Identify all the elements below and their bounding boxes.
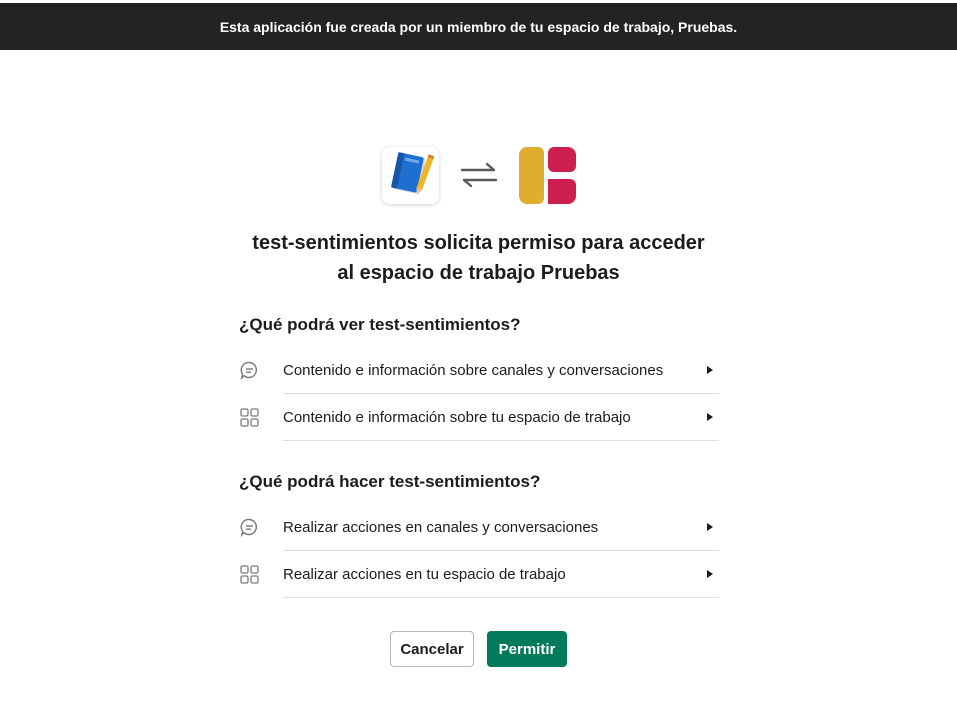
permission-label: Contenido e información sobre tu espacio…: [283, 408, 631, 426]
allow-button[interactable]: Permitir: [487, 631, 567, 667]
permission-label: Realizar acciones en canales y conversac…: [283, 518, 599, 536]
title-line-2: al espacio de trabajo Pruebas: [337, 262, 620, 284]
grid-icon: [239, 565, 259, 585]
permission-label: Realizar acciones en tu espacio de traba…: [283, 565, 566, 583]
workspace-logo-icon: [518, 146, 576, 204]
notebook-app-icon: [381, 146, 439, 204]
grid-icon: [239, 408, 259, 428]
caret-right-icon[interactable]: [707, 570, 713, 578]
caret-right-icon[interactable]: [707, 413, 713, 421]
chat-bubble-icon: [239, 518, 259, 538]
caret-right-icon[interactable]: [707, 366, 713, 374]
permission-row[interactable]: Contenido e información sobre canales y …: [239, 347, 719, 394]
view-permissions-section: ¿Qué podrá ver test-sentimientos? Conten…: [239, 310, 719, 441]
action-buttons: Cancelar Permitir: [0, 631, 957, 667]
permission-row[interactable]: Contenido e información sobre tu espacio…: [239, 394, 719, 441]
app-connection-row: [0, 146, 957, 204]
swap-arrows-icon: [439, 147, 519, 204]
view-section-heading: ¿Qué podrá ver test-sentimientos?: [239, 315, 521, 334]
action-permissions-section: ¿Qué podrá hacer test-sentimientos? Real…: [239, 467, 719, 598]
permission-row[interactable]: Realizar acciones en tu espacio de traba…: [239, 551, 719, 598]
cancel-button[interactable]: Cancelar: [390, 631, 474, 667]
do-section-heading: ¿Qué podrá hacer test-sentimientos?: [239, 472, 541, 491]
title-line-1: test-sentimientos solicita permiso para …: [252, 232, 705, 254]
permission-label: Contenido e información sobre canales y …: [283, 361, 664, 379]
page-title: test-sentimientos solicita permiso para …: [180, 228, 777, 288]
permission-row[interactable]: Realizar acciones en canales y conversac…: [239, 504, 719, 551]
chat-bubble-icon: [239, 361, 259, 381]
banner-text: Esta aplicación fue creada por un miembr…: [219, 18, 738, 35]
caret-right-icon[interactable]: [707, 523, 713, 531]
info-banner: Esta aplicación fue creada por un miembr…: [0, 3, 957, 50]
